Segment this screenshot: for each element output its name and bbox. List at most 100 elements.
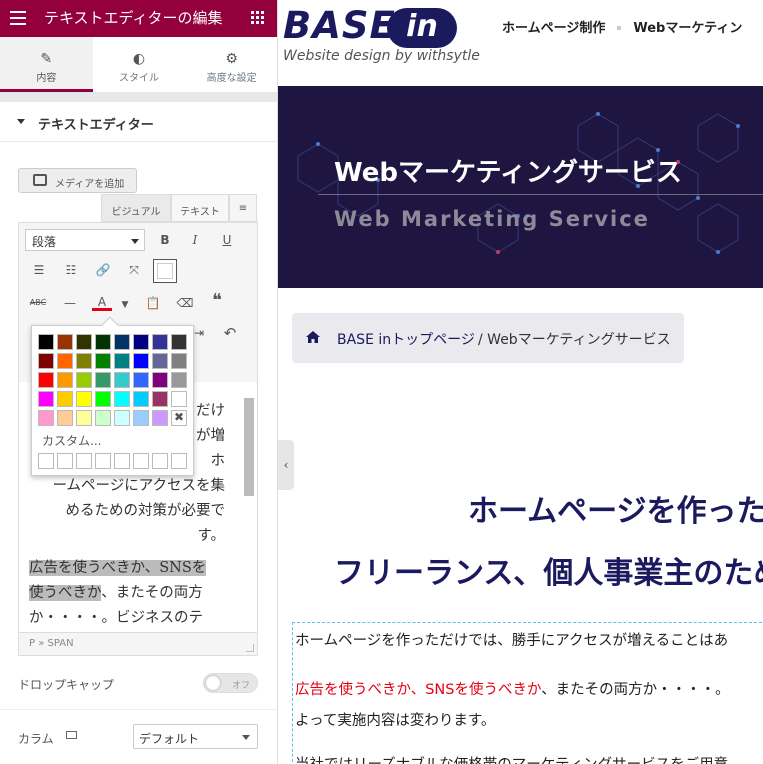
logo-badge: in (387, 8, 457, 48)
color-swatch[interactable] (57, 334, 73, 350)
color-swatch[interactable] (152, 372, 168, 388)
custom-color-slot[interactable] (95, 453, 111, 469)
remove-color-icon[interactable]: ✖ (171, 410, 187, 426)
toolbar-toggle-button[interactable] (153, 259, 177, 283)
dropcap-toggle-label: オフ (232, 681, 251, 691)
panel-divider (0, 93, 277, 102)
color-swatch[interactable] (95, 372, 111, 388)
editor-panel: テキストエディターの編集 ✎ 内容 ◐ スタイル ⚙ 高度な設定 テキストエディ… (0, 0, 278, 764)
tab-advanced-label: 高度な設定 (206, 73, 257, 84)
custom-color-slot[interactable] (114, 453, 130, 469)
color-swatch[interactable] (57, 410, 73, 426)
tab-advanced[interactable]: ⚙ 高度な設定 (185, 37, 277, 92)
color-swatch[interactable] (38, 391, 54, 407)
color-swatch[interactable] (38, 353, 54, 369)
selected-text-1: 広告を使うべきか、SNSを (29, 560, 207, 576)
color-swatch[interactable] (95, 410, 111, 426)
strikethrough-button[interactable]: ABC (28, 293, 48, 313)
custom-color-slot[interactable] (133, 453, 149, 469)
color-swatch[interactable] (133, 410, 149, 426)
custom-color-slot[interactable] (38, 453, 54, 469)
color-swatch[interactable] (171, 334, 187, 350)
columns-select[interactable]: デフォルト (133, 724, 258, 749)
dropcap-toggle[interactable]: オフ (203, 673, 258, 693)
color-swatch[interactable] (114, 353, 130, 369)
bullet-list-icon[interactable]: ☰ (29, 260, 49, 280)
add-media-button[interactable]: メディアを追加 (18, 168, 137, 193)
text-color-dropdown-icon[interactable]: ▼ (115, 295, 135, 315)
resize-handle-icon[interactable] (246, 644, 254, 652)
tab-content[interactable]: ✎ 内容 (0, 37, 93, 92)
color-swatch[interactable] (152, 391, 168, 407)
bold-button[interactable]: B (155, 230, 175, 250)
custom-color-slot[interactable] (171, 453, 187, 469)
color-swatch[interactable] (38, 372, 54, 388)
color-swatch[interactable] (114, 391, 130, 407)
tab-text[interactable]: テキスト (171, 194, 229, 222)
section-header-text-editor[interactable]: テキストエディター (0, 102, 277, 142)
color-swatch[interactable] (133, 353, 149, 369)
color-swatch[interactable] (171, 353, 187, 369)
undo-button[interactable]: ↶ (220, 323, 240, 343)
nav-item-marketing[interactable]: Webマーケティン (633, 21, 742, 36)
horizontal-line-icon[interactable]: — (60, 293, 80, 313)
text-editor-widget[interactable]: ホームページを作っただけでは、勝手にアクセスが増えることはあ 広告を使うべきか、… (292, 622, 763, 764)
custom-color-button[interactable]: カスタム... (42, 432, 101, 449)
hamburger-menu-icon[interactable] (10, 11, 26, 29)
color-swatch[interactable] (133, 391, 149, 407)
color-swatch[interactable] (95, 353, 111, 369)
italic-button[interactable]: I (185, 230, 205, 250)
collapse-panel-handle[interactable]: ‹ (278, 440, 294, 490)
home-icon[interactable] (306, 331, 320, 343)
dropcap-label: ドロップキャップ (18, 678, 115, 692)
color-swatch[interactable] (152, 410, 168, 426)
color-swatch[interactable] (152, 353, 168, 369)
color-swatch[interactable] (57, 353, 73, 369)
breadcrumb-home-link[interactable]: BASE inトップページ (337, 329, 475, 349)
color-swatch[interactable] (152, 334, 168, 350)
color-swatch[interactable] (38, 334, 54, 350)
scrollbar-thumb[interactable] (244, 398, 254, 496)
color-swatch[interactable] (95, 334, 111, 350)
custom-color-slot[interactable] (152, 453, 168, 469)
color-swatch[interactable] (95, 391, 111, 407)
apps-grid-icon[interactable] (251, 11, 264, 24)
database-icon[interactable]: ≡ (229, 194, 257, 222)
content-scrollbar[interactable] (243, 398, 255, 630)
color-swatch[interactable] (76, 353, 92, 369)
blockquote-button[interactable]: ❝ (207, 291, 227, 311)
color-swatch[interactable] (57, 391, 73, 407)
color-swatch[interactable] (76, 372, 92, 388)
color-swatch[interactable] (114, 334, 130, 350)
color-swatch[interactable] (133, 334, 149, 350)
color-swatch[interactable] (76, 410, 92, 426)
color-swatch[interactable] (114, 372, 130, 388)
desktop-monitor-icon[interactable] (66, 731, 77, 739)
color-swatch[interactable] (171, 391, 187, 407)
color-swatch[interactable] (76, 334, 92, 350)
tab-visual[interactable]: ビジュアル (101, 194, 171, 222)
link-icon[interactable]: 🔗 (93, 260, 113, 280)
hero-title: Webマーケティングサービス (334, 158, 682, 188)
paste-text-icon[interactable]: 📋 (143, 293, 163, 313)
body-red-text: 広告を使うべきか、SNSを使うべきか (295, 682, 542, 698)
custom-color-slot[interactable] (76, 453, 92, 469)
logo-subtitle: Website design by withsytle (283, 48, 480, 64)
color-swatch[interactable] (76, 391, 92, 407)
color-swatch[interactable] (114, 410, 130, 426)
custom-color-slot[interactable] (57, 453, 73, 469)
color-swatch[interactable] (171, 372, 187, 388)
underline-button[interactable]: U (217, 230, 237, 250)
nav-item-homepage[interactable]: ホームページ制作 (502, 21, 605, 36)
fullscreen-icon[interactable]: ⤧ (124, 260, 144, 280)
tab-style[interactable]: ◐ スタイル (93, 37, 186, 92)
text-color-button[interactable]: A (92, 293, 112, 311)
numbered-list-icon[interactable]: ☷ (61, 260, 81, 280)
format-select[interactable]: 段落 (25, 229, 145, 251)
color-swatch[interactable] (38, 410, 54, 426)
eraser-icon[interactable]: ⌫ (175, 293, 195, 313)
color-swatch[interactable] (133, 372, 149, 388)
body-line-4: 当社ではリーズナブルな価格帯のマーケティングサービスをご用意 (295, 753, 728, 764)
color-swatch[interactable] (57, 372, 73, 388)
hero-subtitle: Web Marketing Service (334, 207, 650, 231)
